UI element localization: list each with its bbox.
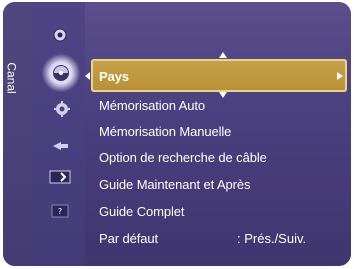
category-label: Canal bbox=[5, 62, 20, 94]
input-icon[interactable] bbox=[50, 135, 72, 157]
menu-item-guide-complet[interactable]: Guide Complet bbox=[99, 204, 185, 219]
menu-item-par-defaut[interactable]: Par défaut bbox=[99, 231, 158, 246]
osd-menu-panel: Canal ? Pays Mémorisation Auto Mémorisat… bbox=[3, 2, 351, 266]
scroll-up-arrow-icon bbox=[219, 52, 227, 58]
submenu-arrow-icon bbox=[337, 72, 343, 80]
par-defaut-value: : Prés./Suiv. bbox=[237, 231, 307, 246]
menu-item-memorisation-auto[interactable]: Mémorisation Auto bbox=[99, 98, 205, 113]
channel-dish-icon[interactable] bbox=[50, 62, 72, 84]
selection-pointer-icon bbox=[85, 72, 90, 80]
settings-icon[interactable] bbox=[51, 98, 73, 120]
svg-text:?: ? bbox=[58, 207, 62, 216]
menu-item-pays[interactable]: Pays bbox=[99, 69, 129, 84]
menu-item-option-recherche-cable[interactable]: Option de recherche de câble bbox=[99, 150, 267, 165]
menu-item-memorisation-manuelle[interactable]: Mémorisation Manuelle bbox=[99, 124, 231, 139]
support-icon[interactable]: ? bbox=[49, 200, 71, 222]
selected-item-highlight[interactable] bbox=[91, 59, 347, 92]
tv-screen: Canal ? Pays Mémorisation Auto Mémorisat… bbox=[0, 0, 354, 269]
category-strip bbox=[3, 2, 33, 266]
application-icon[interactable] bbox=[49, 166, 71, 188]
scroll-down-arrow-icon bbox=[219, 92, 227, 98]
antenna-icon[interactable] bbox=[49, 24, 71, 46]
menu-item-guide-maintenant-apres[interactable]: Guide Maintenant et Après bbox=[99, 177, 251, 192]
